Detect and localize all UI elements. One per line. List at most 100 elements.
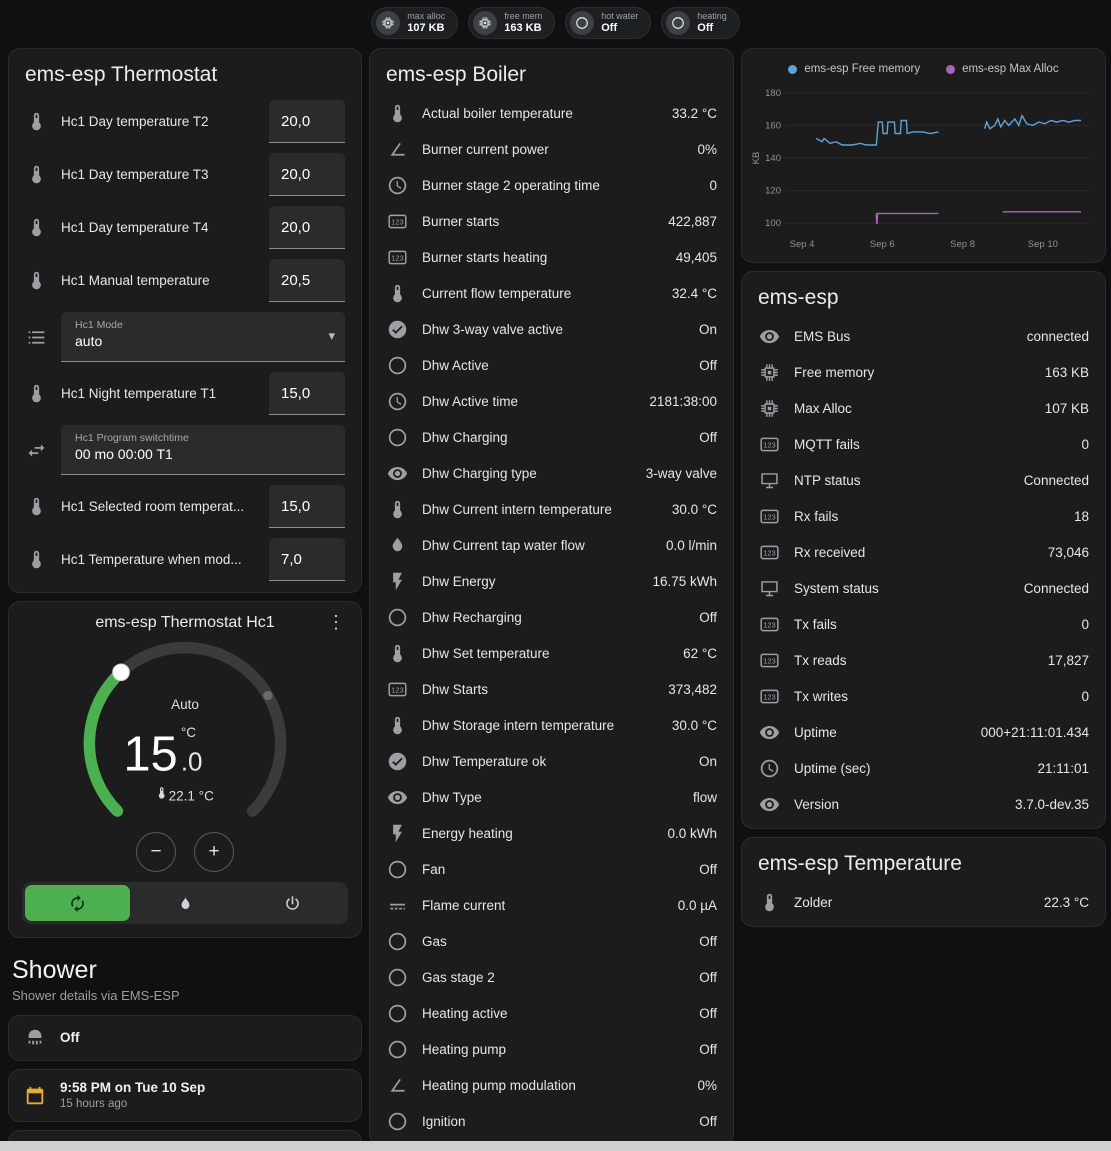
memory-chart-card: ems-esp Free memory ems-esp Max Alloc 100…: [741, 48, 1106, 263]
entity-row[interactable]: 123Tx writes0: [742, 678, 1105, 714]
entity-row[interactable]: Current flow temperature32.4 °C: [370, 275, 733, 311]
decrease-temperature-button[interactable]: −: [136, 832, 176, 872]
legend-item[interactable]: ems-esp Free memory: [788, 63, 920, 75]
entity-row[interactable]: 123Tx reads17,827: [742, 642, 1105, 678]
hvac-mode-auto-mode-button[interactable]: [25, 885, 130, 921]
entity-value: Off: [689, 358, 717, 373]
thermometer-icon: [386, 498, 408, 520]
entity-row[interactable]: Dhw ChargingOff: [370, 419, 733, 455]
entity-row[interactable]: Energy heating0.0 kWh: [370, 815, 733, 851]
setting-label: Hc1 Manual temperature: [61, 273, 255, 288]
card-title: ems-esp: [742, 272, 1105, 318]
entity-row[interactable]: 123Burner starts422,887: [370, 203, 733, 239]
entity-row[interactable]: Dhw 3-way valve activeOn: [370, 311, 733, 347]
entity-row[interactable]: Dhw Typeflow: [370, 779, 733, 815]
circle-icon: [666, 11, 690, 35]
entity-label: Flame current: [422, 898, 505, 913]
entity-row[interactable]: Burner current power0%: [370, 131, 733, 167]
svg-text:KB: KB: [751, 152, 762, 165]
entity-row[interactable]: Dhw Active time2181:38:00: [370, 383, 733, 419]
number-input[interactable]: 20,0: [269, 100, 345, 143]
entity-row[interactable]: Dhw Storage intern temperature30.0 °C: [370, 707, 733, 743]
entity-value: 30.0 °C: [662, 718, 717, 733]
entity-row[interactable]: Dhw ActiveOff: [370, 347, 733, 383]
entity-row[interactable]: Dhw Current tap water flow0.0 l/min: [370, 527, 733, 563]
status-chip[interactable]: max alloc107 KB: [371, 7, 458, 39]
column-right: ems-esp Free memory ems-esp Max Alloc 100…: [741, 48, 1106, 927]
shower-entity-card[interactable]: 9:58 PM on Tue 10 Sep15 hours ago: [8, 1069, 362, 1122]
thermometer-icon: [25, 496, 47, 518]
increase-temperature-button[interactable]: +: [194, 832, 234, 872]
entity-row[interactable]: Dhw Energy16.75 kWh: [370, 563, 733, 599]
entity-row[interactable]: 123Rx received73,046: [742, 534, 1105, 570]
number-input[interactable]: 20,5: [269, 259, 345, 302]
status-chip[interactable]: heatingOff: [661, 7, 740, 39]
overflow-menu-icon[interactable]: ⋮: [323, 612, 349, 633]
chip-label: free mem: [504, 12, 542, 22]
entity-row[interactable]: 123Dhw Starts373,482: [370, 671, 733, 707]
entity-row[interactable]: IgnitionOff: [370, 1103, 733, 1139]
horizontal-scrollbar[interactable]: [0, 1141, 1111, 1151]
chip-label: max alloc: [407, 12, 445, 22]
thermostat-dial[interactable]: Auto 15 °C .0 22.1 °C: [55, 634, 315, 830]
emsesp-card: ems-esp EMS BusconnectedFree memory163 K…: [741, 271, 1106, 829]
entity-row[interactable]: System statusConnected: [742, 570, 1105, 606]
entity-row[interactable]: GasOff: [370, 923, 733, 959]
entity-row[interactable]: Flame current0.0 µA: [370, 887, 733, 923]
entity-row[interactable]: Heating activeOff: [370, 995, 733, 1031]
text-input[interactable]: Hc1 Program switchtime00 mo 00:00 T1: [61, 425, 345, 475]
entity-row[interactable]: FanOff: [370, 851, 733, 887]
memory-history-chart[interactable]: 100120140160180Sep 4Sep 6Sep 8Sep 10KB: [750, 77, 1097, 258]
status-chip[interactable]: free mem163 KB: [468, 7, 555, 39]
column-middle: ems-esp Boiler Actual boiler temperature…: [369, 48, 734, 1146]
entity-row[interactable]: Heating pump modulation0%: [370, 1067, 733, 1103]
entity-label: Version: [794, 797, 839, 812]
entity-row[interactable]: 123Tx fails0: [742, 606, 1105, 642]
entity-row[interactable]: 123Burner starts heating49,405: [370, 239, 733, 275]
entity-value: Off: [689, 1006, 717, 1021]
thermometer-icon: [25, 217, 47, 239]
entity-row[interactable]: Gas stage 2Off: [370, 959, 733, 995]
entity-row[interactable]: Dhw Current intern temperature30.0 °C: [370, 491, 733, 527]
number-input[interactable]: 15,0: [269, 372, 345, 415]
dial-target-dot: [263, 691, 272, 700]
entity-row[interactable]: 123MQTT fails0: [742, 426, 1105, 462]
svg-text:180: 180: [765, 88, 781, 99]
entity-label: Dhw Energy: [422, 574, 496, 589]
entity-row[interactable]: Free memory163 KB: [742, 354, 1105, 390]
entity-value: 21:11:01: [1027, 761, 1089, 776]
entity-row[interactable]: 123Rx fails18: [742, 498, 1105, 534]
entity-row[interactable]: Uptime000+21:11:01.434: [742, 714, 1105, 750]
counter-icon: 123: [758, 685, 780, 707]
entity-row[interactable]: EMS Busconnected: [742, 318, 1105, 354]
entity-row[interactable]: Burner stage 2 operating time 0: [370, 167, 733, 203]
entity-label: Burner stage 2 operating time: [422, 178, 600, 193]
current-temperature: 22.1 °C: [169, 789, 214, 804]
entity-row[interactable]: NTP statusConnected: [742, 462, 1105, 498]
counter-icon: 123: [758, 541, 780, 563]
entity-row[interactable]: Max Alloc107 KB: [742, 390, 1105, 426]
chip-text: max alloc107 KB: [407, 12, 445, 34]
legend-item[interactable]: ems-esp Max Alloc: [946, 63, 1059, 75]
entity-row[interactable]: Dhw Set temperature62 °C: [370, 635, 733, 671]
shower-entity-card[interactable]: Off: [8, 1015, 362, 1061]
primary-text: 9:58 PM on Tue 10 Sep: [60, 1080, 205, 1097]
number-input[interactable]: 20,0: [269, 153, 345, 196]
thermostat-rows: Hc1 Day temperature T220,0Hc1 Day temper…: [9, 95, 361, 592]
number-input[interactable]: 20,0: [269, 206, 345, 249]
entity-row[interactable]: Uptime (sec)21:11:01: [742, 750, 1105, 786]
select-input[interactable]: Hc1 Modeauto▾: [61, 312, 345, 362]
entity-row[interactable]: Actual boiler temperature33.2 °C: [370, 95, 733, 131]
number-input[interactable]: 15,0: [269, 485, 345, 528]
hvac-mode-power-button[interactable]: [240, 885, 345, 921]
entity-row[interactable]: Dhw RechargingOff: [370, 599, 733, 635]
entity-row[interactable]: Heating pumpOff: [370, 1031, 733, 1067]
entity-row[interactable]: Zolder22.3 °C: [742, 884, 1105, 920]
entity-row[interactable]: Dhw Charging type3-way valve: [370, 455, 733, 491]
hvac-mode-flame-button[interactable]: [133, 885, 238, 921]
entity-row[interactable]: Version3.7.0-dev.35: [742, 786, 1105, 822]
entity-value: 0: [699, 178, 717, 193]
status-chip[interactable]: hot waterOff: [565, 7, 651, 39]
entity-row[interactable]: Dhw Temperature okOn: [370, 743, 733, 779]
number-input[interactable]: 7,0: [269, 538, 345, 581]
